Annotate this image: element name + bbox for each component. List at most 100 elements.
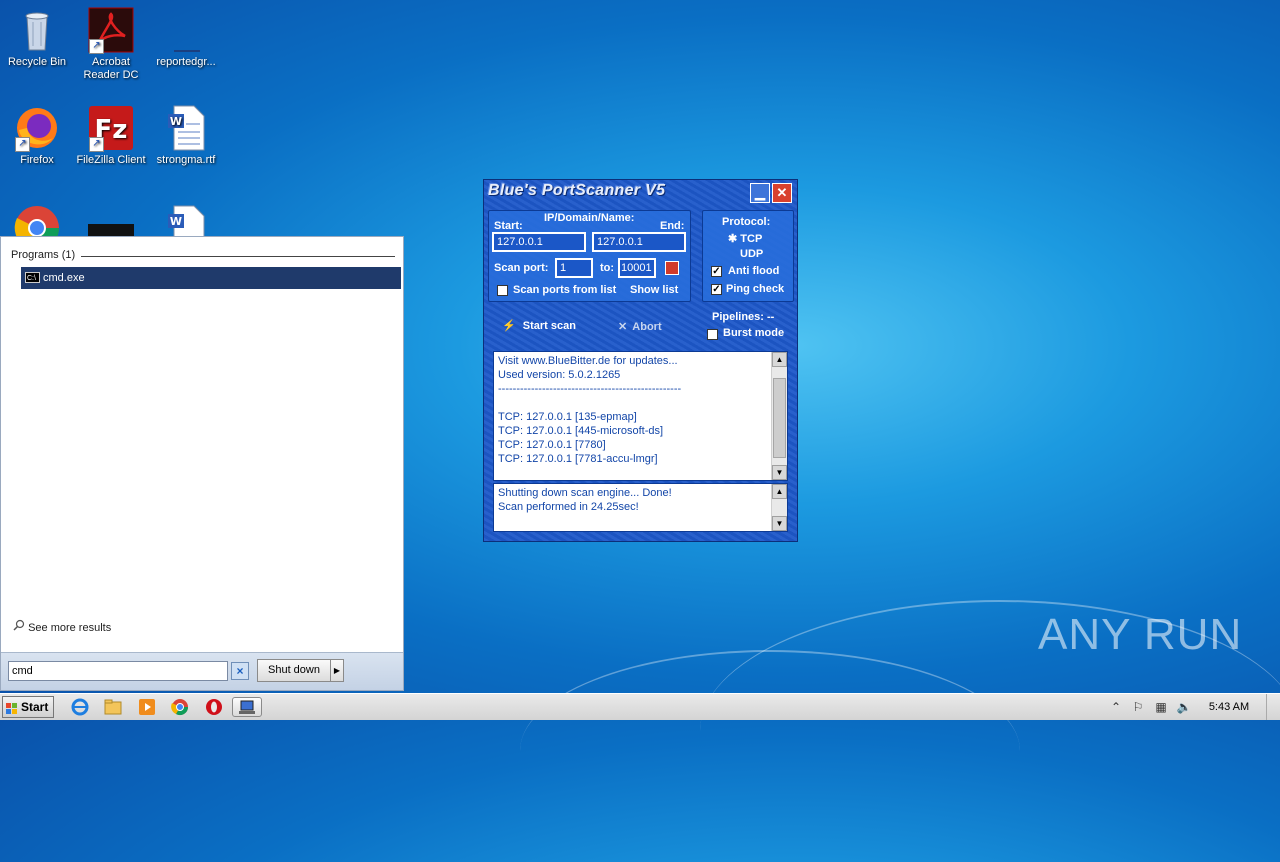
- scroll-down-icon[interactable]: ▼: [772, 516, 787, 531]
- anyrun-watermark: ANY RUN: [1038, 610, 1243, 659]
- start-button[interactable]: Start: [2, 696, 54, 718]
- desktop-icon-label: Acrobat Reader DC: [83, 56, 139, 81]
- desktop-icon-recycle-bin[interactable]: Recycle Bin: [0, 6, 74, 69]
- lightning-icon: ⚡: [502, 320, 516, 332]
- tcp-option[interactable]: ✱ TCP: [728, 232, 762, 245]
- log-line: Used version: 5.0.2.1265: [498, 369, 621, 381]
- terminal-desktop-icon[interactable]: [88, 224, 134, 236]
- scroll-up-icon[interactable]: ▲: [772, 484, 787, 499]
- volume-icon[interactable]: 🔈: [1176, 699, 1192, 715]
- shut-down-button[interactable]: Shut down: [257, 659, 331, 682]
- end-ip-input[interactable]: 127.0.0.1: [592, 232, 686, 252]
- status-line: Shutting down scan engine... Done!: [498, 487, 672, 499]
- end-label: End:: [660, 220, 685, 232]
- scan-log[interactable]: Visit www.BlueBitter.de for updates... U…: [493, 351, 788, 481]
- scroll-down-icon[interactable]: ▼: [772, 465, 787, 480]
- start-label: Start: [21, 700, 49, 714]
- log-line: TCP: 127.0.0.1 [135-epmap]: [498, 411, 637, 423]
- system-clock[interactable]: 5:43 AM: [1196, 694, 1262, 720]
- portscanner-taskbar-icon[interactable]: [232, 697, 262, 717]
- chrome-desktop-icon[interactable]: [13, 204, 61, 236]
- svg-text:W: W: [170, 115, 182, 128]
- taskbar: Start ⌃ ⚐ ▦ 🔈 5:43 AM: [0, 693, 1280, 720]
- shortcut-arrow-icon: ↗: [15, 137, 30, 152]
- search-input[interactable]: cmd: [8, 661, 228, 681]
- minimize-button[interactable]: ▁: [750, 183, 770, 203]
- window-title: Blue's PortScanner V5: [488, 182, 666, 199]
- scroll-up-icon[interactable]: ▲: [772, 352, 787, 367]
- abort-label: Abort: [632, 321, 662, 333]
- start-menu: Programs (1) C:\ cmd.exe See more result…: [0, 236, 404, 691]
- close-button[interactable]: ✕: [772, 183, 792, 203]
- port-to-input[interactable]: 10001: [618, 258, 656, 278]
- scan-from-list-checkbox[interactable]: [497, 285, 508, 296]
- windows-logo-icon: [6, 701, 18, 714]
- scan-from-list-label: Scan ports from list: [513, 284, 617, 296]
- clear-search-icon[interactable]: ×: [231, 662, 249, 680]
- burst-mode-checkbox[interactable]: [707, 329, 718, 340]
- burst-mode-label: Burst mode: [723, 327, 785, 339]
- chrome-icon[interactable]: [170, 697, 190, 717]
- scan-port-label: Scan port:: [494, 262, 549, 274]
- desktop-icon-strongma-rtf[interactable]: W strongma.rtf: [149, 104, 223, 167]
- desktop-icon-acrobat-reader[interactable]: ↗ Acrobat Reader DC: [74, 6, 148, 82]
- start-scan-label: Start scan: [522, 320, 576, 332]
- ip-domain-label: IP/Domain/Name:: [544, 212, 635, 224]
- selected-star-icon: ✱: [728, 233, 738, 245]
- desktop-icon-label: Firefox: [20, 154, 54, 166]
- desktop-icon-firefox[interactable]: ↗ Firefox: [0, 104, 74, 167]
- recycle-bin-icon: [13, 6, 61, 54]
- start-label: Start:: [494, 220, 523, 232]
- log-line: ----------------------------------------…: [498, 383, 682, 395]
- port-from-input[interactable]: 1: [555, 258, 593, 278]
- search-icon: [13, 619, 25, 634]
- ping-check-label: Ping check: [726, 283, 785, 295]
- status-scrollbar[interactable]: ▲ ▼: [771, 484, 787, 531]
- abort-button[interactable]: ✕ Abort: [618, 320, 662, 333]
- acrobat-icon: ↗: [87, 6, 135, 54]
- anti-flood-label: Anti flood: [728, 265, 780, 277]
- show-hidden-icons-icon[interactable]: ⌃: [1108, 699, 1124, 715]
- start-ip-input[interactable]: 127.0.0.1: [492, 232, 586, 252]
- status-log[interactable]: Shutting down scan engine... Done! Scan …: [493, 483, 788, 532]
- abort-icon: ✕: [618, 321, 628, 333]
- log-line: TCP: 127.0.0.1 [7780]: [498, 439, 606, 451]
- show-desktop-button[interactable]: [1266, 694, 1280, 720]
- show-list-link[interactable]: Show list: [630, 284, 678, 296]
- network-icon[interactable]: ▦: [1153, 699, 1169, 715]
- desktop-icon-label: reportedgr...: [156, 56, 216, 68]
- log-scrollbar[interactable]: ▲ ▼: [771, 352, 787, 480]
- desktop-icon-filezilla[interactable]: Fz ↗ FileZilla Client: [74, 104, 148, 167]
- search-result-cmd[interactable]: C:\ cmd.exe: [21, 267, 401, 289]
- action-center-flag-icon[interactable]: ⚐: [1130, 699, 1146, 715]
- opera-icon[interactable]: [204, 697, 224, 717]
- desktop-icon-reportedgr[interactable]: reportedgr...: [149, 6, 223, 69]
- media-player-icon[interactable]: [137, 697, 157, 717]
- udp-option[interactable]: UDP: [740, 248, 763, 260]
- shut-down-options-arrow-icon[interactable]: ▶: [330, 659, 344, 682]
- start-scan-button[interactable]: ⚡ Start scan: [502, 319, 576, 332]
- anti-flood-checkbox[interactable]: ✓: [711, 266, 722, 277]
- internet-explorer-icon[interactable]: [70, 697, 90, 717]
- cmd-icon: C:\: [25, 272, 40, 283]
- ping-check-checkbox[interactable]: ✓: [711, 284, 722, 295]
- word-document-desktop-icon[interactable]: W: [162, 204, 210, 236]
- log-line: TCP: 127.0.0.1 [445-microsoft-ds]: [498, 425, 664, 437]
- see-more-label: See more results: [28, 622, 112, 634]
- shortcut-arrow-icon: ↗: [89, 39, 104, 54]
- help-icon[interactable]: [665, 261, 679, 275]
- desktop-icon-label: Recycle Bin: [7, 56, 67, 68]
- start-menu-bottom-bar: cmd × Shut down ▶: [1, 652, 403, 690]
- see-more-results-link[interactable]: See more results: [13, 619, 111, 634]
- scrollbar-thumb[interactable]: [773, 378, 786, 458]
- log-line: Visit www.BlueBitter.de for updates...: [498, 355, 678, 367]
- status-line: Scan performed in 24.25sec!: [498, 501, 639, 513]
- desktop-icon-label: strongma.rtf: [156, 154, 216, 166]
- file-explorer-icon[interactable]: [103, 697, 123, 717]
- to-label: to:: [600, 262, 615, 274]
- portscanner-window: Blue's PortScanner V5 ▁ ✕ IP/Domain/Name…: [483, 179, 798, 542]
- firefox-icon: ↗: [13, 104, 61, 152]
- desktop-icon-label: FileZilla Client: [76, 154, 146, 166]
- protocol-label: Protocol:: [722, 216, 771, 228]
